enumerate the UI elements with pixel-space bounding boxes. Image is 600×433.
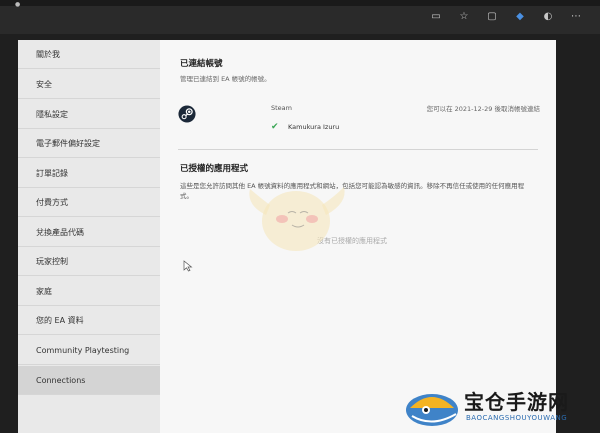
steam-icon [178, 105, 196, 123]
sidebar-item-player-controls[interactable]: 玩家控制 [18, 247, 160, 276]
sidebar-item-label: 兌換產品代碼 [36, 228, 84, 237]
sidebar-item-community-playtesting[interactable]: Community Playtesting [18, 336, 160, 365]
sidebar-item-order-history[interactable]: 訂單記錄 [18, 159, 160, 188]
check-icon: ✔ [271, 122, 279, 132]
sidebar-item-about-me[interactable]: 關於我 [18, 40, 160, 69]
watermark-logo-icon [406, 394, 458, 426]
sidebar-item-label: 電子郵件偏好設定 [36, 139, 100, 148]
reader-icon[interactable]: ▭ [430, 11, 442, 23]
platform-name: Steam [271, 104, 292, 112]
sidebar-item-label: 訂單記錄 [36, 169, 68, 178]
sidebar-item-label: 關於我 [36, 50, 60, 59]
watermark-title: 宝仓手游网 [464, 390, 569, 414]
collections-icon[interactable]: ▢ [486, 11, 498, 23]
sidebar-item-security[interactable]: 安全 [18, 70, 160, 99]
settings-sidebar: 關於我 安全 隱私設定 電子郵件偏好設定 訂單記錄 付費方式 兌換產品代碼 玩家… [18, 40, 168, 433]
sidebar-item-label: Connections [36, 376, 86, 385]
sidebar-item-label: 玩家控制 [36, 257, 68, 266]
sidebar-item-redeem-code[interactable]: 兌換產品代碼 [18, 218, 160, 247]
sidebar-item-label: 您的 EA 資料 [36, 316, 84, 325]
sidebar-item-label: 安全 [36, 80, 52, 89]
favorite-icon[interactable]: ☆ [458, 11, 470, 23]
toolbar-icons: ▭ ☆ ▢ ◆ ◐ ⋯ [430, 11, 582, 23]
linked-account-name: Kamukura Izuru [288, 123, 340, 131]
sidebar-item-privacy[interactable]: 隱私設定 [18, 100, 160, 129]
mouse-cursor-icon [183, 260, 193, 272]
section-divider [178, 149, 538, 150]
tab-icon[interactable]: ● [15, 1, 20, 8]
linked-accounts-subtitle: 管理已連結到 EA 帳號的帳號。 [180, 75, 271, 83]
unlink-availability: 您可以在 2021-12-29 後取消帳號連結 [426, 105, 540, 113]
sidebar-item-label: 付費方式 [36, 198, 68, 207]
tab-strip [0, 0, 600, 6]
profile-icon[interactable]: ◐ [542, 11, 554, 23]
watermark-url: BAOCANGSHOUYOUWANG [466, 414, 568, 422]
sidebar-item-connections[interactable]: Connections [18, 366, 168, 395]
browser-toolbar: ● ▭ ☆ ▢ ◆ ◐ ⋯ [0, 0, 600, 34]
site-watermark: 宝仓手游网 BAOCANGSHOUYOUWANG [402, 380, 600, 433]
authorized-apps-title: 已授權的應用程式 [180, 164, 249, 174]
sidebar-item-label: 家庭 [36, 287, 52, 296]
sidebar-item-payment-methods[interactable]: 付費方式 [18, 188, 160, 217]
sidebar-item-ea-data[interactable]: 您的 EA 資料 [18, 306, 160, 335]
sidebar-item-email-preferences[interactable]: 電子郵件偏好設定 [18, 129, 160, 158]
linked-accounts-title: 已連結帳號 [180, 59, 223, 69]
extension-icon[interactable]: ◆ [514, 11, 526, 23]
more-icon[interactable]: ⋯ [570, 11, 582, 23]
authorized-apps-description: 這些是您允許訪問其他 EA 帳號資料的應用程式和網站，包括您可能認為敏感的資訊。… [180, 182, 525, 200]
sidebar-item-family[interactable]: 家庭 [18, 277, 160, 306]
mascot-watermark [249, 187, 345, 251]
sidebar-item-label: Community Playtesting [36, 346, 130, 355]
connections-panel: 已連結帳號 管理已連結到 EA 帳號的帳號。 Steam 您可以在 2021-1… [160, 40, 556, 433]
sidebar-item-label: 隱私設定 [36, 110, 68, 119]
